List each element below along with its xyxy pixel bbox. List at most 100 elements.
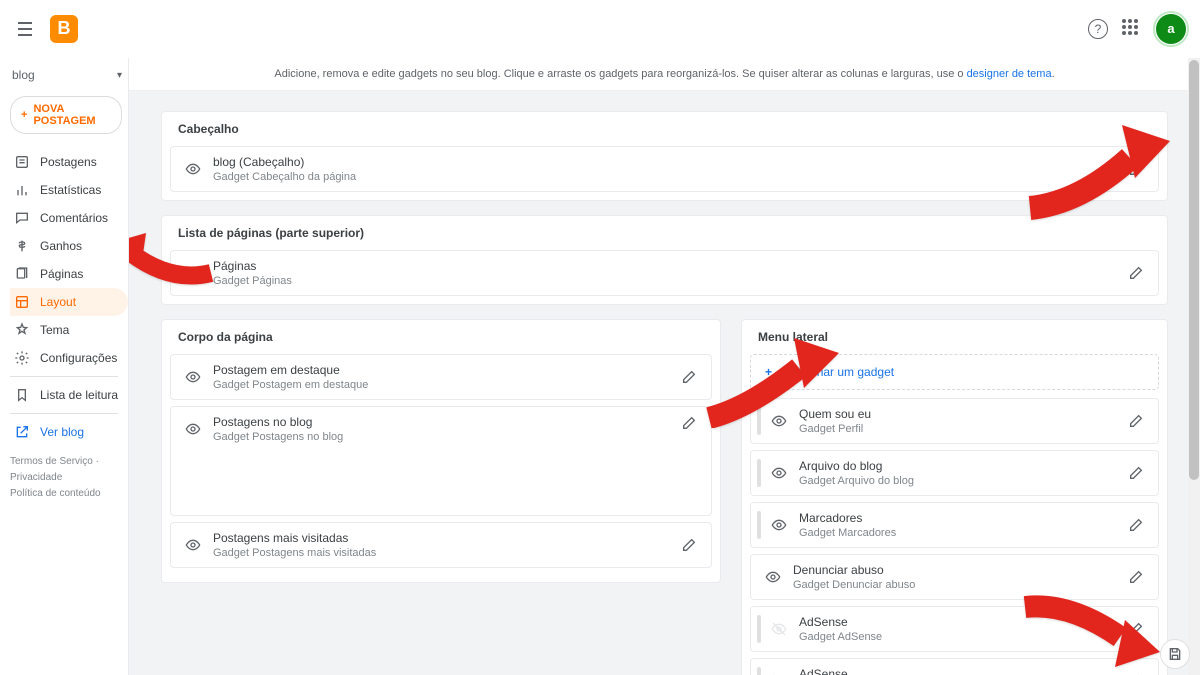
edit-icon[interactable] [1128,265,1144,281]
edit-icon[interactable] [1128,621,1144,637]
edit-icon[interactable] [1128,569,1144,585]
gadget-adsense-1[interactable]: AdSenseGadget AdSense [750,606,1159,652]
gadget-adsense-2[interactable]: AdSenseGadget AdSense [750,658,1159,675]
sidebar-item-tema[interactable]: Tema [10,316,128,344]
main: blog ▾ + NOVA POSTAGEM Postagens Estatís… [0,58,1200,675]
sidebar-item-estatisticas[interactable]: Estatísticas [10,176,128,204]
eye-off-icon[interactable] [185,265,201,281]
eye-icon[interactable] [771,413,787,429]
eye-icon[interactable] [765,569,781,585]
gadget-title: Marcadores [799,511,896,525]
edit-icon[interactable] [1128,161,1144,177]
drag-handle-icon[interactable] [757,511,761,539]
sidebar-item-comentarios[interactable]: Comentários [10,204,128,232]
edit-icon[interactable] [1128,465,1144,481]
sidebar-item-paginas[interactable]: Páginas [10,260,128,288]
edit-icon[interactable] [1128,517,1144,533]
sidebar-item-label: Tema [40,323,69,337]
gadget-title: Páginas [213,259,292,273]
sidebar-item-label: Layout [40,295,76,309]
divider [10,413,118,414]
gadget-subtitle: Gadget AdSense [799,631,882,643]
info-text: Adicione, remova e edite gadgets no seu … [274,68,966,80]
sidebar-item-ganhos[interactable]: Ganhos [10,232,128,260]
save-button[interactable] [1160,639,1190,669]
gadget-subtitle: Gadget Cabeçalho da página [213,171,356,183]
sidebar-item-layout[interactable]: Layout [10,288,128,316]
privacy-link[interactable]: Privacidade [10,472,62,483]
hamburger-menu-icon[interactable] [14,17,38,41]
theme-icon [14,322,30,338]
edit-icon[interactable] [681,415,697,431]
reading-list-icon [14,387,30,403]
terms-link[interactable]: Termos de Serviço [10,456,93,467]
drag-handle-icon[interactable] [757,459,761,487]
scrollbar-track[interactable] [1188,58,1200,675]
gadget-subtitle: Gadget Postagens no blog [213,431,343,443]
external-link-icon [14,424,30,440]
new-post-button[interactable]: + NOVA POSTAGEM [10,96,122,134]
gadget-cabecalho[interactable]: blog (Cabeçalho) Gadget Cabeçalho da pági… [170,146,1159,192]
gadget-subtitle: Gadget Postagens mais visitadas [213,547,376,559]
eye-off-icon[interactable] [771,621,787,637]
layout-icon [14,294,30,310]
sidebar-item-label: Ganhos [40,239,82,253]
blog-selector[interactable]: blog ▾ [10,64,128,92]
section-cabecalho: Cabeçalho blog (Cabeçalho) Gadget Cabeçal… [161,111,1168,201]
gadget-subtitle: Gadget Arquivo do blog [799,475,914,487]
drag-handle-icon[interactable] [757,615,761,643]
drag-handle-icon[interactable] [757,667,761,675]
save-icon [1167,646,1183,662]
gadget-subtitle: Gadget Marcadores [799,527,896,539]
layout-canvas: Cabeçalho blog (Cabeçalho) Gadget Cabeçal… [129,91,1200,675]
gadget-paginas[interactable]: PáginasGadget Páginas [170,250,1159,296]
content-wrap: Adicione, remova e edite gadgets no seu … [129,58,1200,675]
eye-icon[interactable] [771,465,787,481]
apps-icon[interactable] [1122,19,1142,39]
gadget-arquivo-blog[interactable]: Arquivo do blogGadget Arquivo do blog [750,450,1159,496]
drag-handle-icon[interactable] [757,407,761,435]
theme-designer-link[interactable]: designer de tema [967,68,1052,80]
view-blog-link[interactable]: Ver blog [10,418,128,446]
eye-icon[interactable] [185,421,201,437]
edit-icon[interactable] [681,537,697,553]
sidebar-item-postagens[interactable]: Postagens [10,148,128,176]
section-title: Cabeçalho [162,112,1167,146]
avatar[interactable]: a [1156,14,1186,44]
posts-icon [14,154,30,170]
sidebar-item-lista-leitura[interactable]: Lista de leitura [10,381,128,409]
section-title: Menu lateral [742,320,1167,354]
sidebar-item-label: Configurações [40,351,117,365]
blog-name-label: blog [12,68,35,82]
eye-icon[interactable] [185,161,201,177]
eye-icon[interactable] [185,537,201,553]
gadget-title: blog (Cabeçalho) [213,155,356,169]
divider [10,376,118,377]
help-icon[interactable]: ? [1088,19,1108,39]
gadget-postagens-blog[interactable]: Postagens no blogGadget Postagens no blo… [170,406,712,516]
settings-icon [14,350,30,366]
sidebar-item-configuracoes[interactable]: Configurações [10,344,128,372]
blogger-logo[interactable]: B [50,15,78,43]
edit-icon[interactable] [1128,413,1144,429]
gadget-subtitle: Gadget Denunciar abuso [793,579,915,591]
section-corpo: Corpo da página Postagem em destaqueGadg… [161,319,721,583]
gadget-marcadores[interactable]: Marcadores Gadget Marcadores [750,502,1159,548]
scrollbar-thumb[interactable] [1189,60,1199,480]
column-right: Menu lateral + Adicionar um gadget Quem … [741,319,1168,675]
pages-icon [14,266,30,282]
eye-icon[interactable] [771,517,787,533]
topbar-right: ? a [1088,14,1186,44]
gadget-quem-sou-eu[interactable]: Quem sou euGadget Perfil [750,398,1159,444]
add-gadget-button[interactable]: + Adicionar um gadget [750,354,1159,390]
comments-icon [14,210,30,226]
view-blog-label: Ver blog [40,425,84,439]
gadget-postagens-populares[interactable]: Postagens mais visitadasGadget Postagens… [170,522,712,568]
gadget-postagem-destaque[interactable]: Postagem em destaqueGadget Postagem em d… [170,354,712,400]
section-title: Corpo da página [162,320,720,354]
gadget-denunciar-abuso[interactable]: Denunciar abusoGadget Denunciar abuso [750,554,1159,600]
topbar: B ? a [0,0,1200,58]
edit-icon[interactable] [681,369,697,385]
eye-icon[interactable] [185,369,201,385]
content-policy-link[interactable]: Política de conteúdo [10,488,101,499]
